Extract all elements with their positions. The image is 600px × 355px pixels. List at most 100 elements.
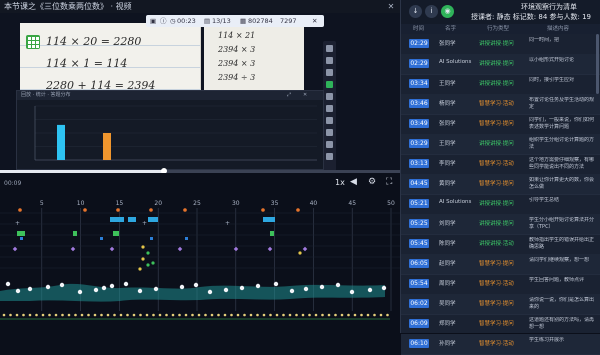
engagement-point[interactable] [5, 281, 11, 287]
time-badge[interactable]: 05:21 [409, 199, 429, 208]
engagement-point[interactable] [109, 283, 115, 289]
shape-icon[interactable] [326, 69, 333, 76]
time-badge[interactable]: 05:45 [409, 239, 429, 248]
list-item[interactable]: 05:21 AI Solutions 讲授讲授·提问 引导学生总结 [401, 194, 600, 215]
event-marker[interactable] [109, 246, 115, 252]
event-marker[interactable] [141, 257, 145, 261]
engagement-point[interactable] [239, 285, 245, 291]
close-icon[interactable]: ✕ [312, 15, 317, 27]
time-badge[interactable]: 03:13 [409, 159, 429, 168]
event-marker[interactable] [296, 208, 300, 212]
time-badge[interactable]: 06:10 [409, 339, 429, 348]
event-block[interactable] [263, 217, 275, 222]
engagement-point[interactable] [335, 282, 341, 288]
engagement-point[interactable] [45, 284, 51, 290]
time-badge[interactable]: 02:29 [409, 39, 429, 48]
list-item[interactable]: 03:46 杨同学 智慧学习·活动 布置讨论任务及学生活动的规定 [401, 94, 600, 115]
engagement-point[interactable] [223, 287, 229, 293]
time-badge[interactable]: 03:29 [409, 139, 429, 148]
event-block[interactable] [270, 231, 274, 236]
event-cross[interactable]: + [225, 220, 230, 227]
download-icon[interactable]: ↓ [409, 5, 422, 18]
list-item[interactable]: 04:45 黄同学 智慧学习·提问 如果让你计算更大的数，你会怎么做 [401, 174, 600, 195]
event-block[interactable] [110, 217, 124, 222]
engagement-point[interactable] [193, 282, 199, 288]
engagement-point[interactable] [137, 288, 143, 294]
behavior-timeline[interactable]: 5 10 15 20 25 30 35 40 45 50 + + + [0, 193, 400, 333]
time-badge[interactable]: 04:45 [409, 179, 429, 188]
info-icon[interactable]: i [425, 5, 438, 18]
fullscreen-icon[interactable]: ⛶ [386, 177, 392, 187]
close-icon[interactable]: ✕ [303, 91, 307, 100]
eraser-icon[interactable] [326, 57, 333, 64]
engagement-point[interactable] [27, 286, 33, 292]
time-badge[interactable]: 03:46 [409, 99, 429, 108]
list-item[interactable]: 02:29 AI Solutions 讲授讲授·提问 以小组形式开始讨论 [401, 54, 600, 75]
undo-icon[interactable] [326, 105, 333, 112]
event-block[interactable] [73, 231, 77, 236]
event-marker[interactable] [267, 246, 273, 252]
time-badge[interactable]: 03:49 [409, 119, 429, 128]
event-marker[interactable] [20, 237, 23, 240]
engagement-point[interactable] [15, 288, 21, 294]
event-block[interactable] [128, 217, 136, 222]
event-marker[interactable] [177, 246, 183, 252]
time-badge[interactable]: 05:25 [409, 219, 429, 228]
engagement-point[interactable] [59, 282, 65, 288]
volume-icon[interactable]: ◀ [350, 177, 357, 187]
pen-icon[interactable] [326, 45, 333, 52]
list-item[interactable]: 06:02 吴同学 智慧学习·提问 请你说一说，你们是怎么算出来的 [401, 294, 600, 315]
list-item[interactable]: 03:49 张同学 智慧学习·提问 同学们，一般来说，你们如何表述数学计算问题 [401, 114, 600, 135]
engagement-point[interactable] [319, 284, 325, 290]
engagement-point[interactable] [381, 285, 387, 291]
event-marker[interactable] [149, 208, 153, 212]
event-marker[interactable] [233, 246, 239, 252]
engagement-point[interactable] [101, 285, 107, 291]
time-badge[interactable]: 06:05 [409, 259, 429, 268]
engagement-point[interactable] [153, 286, 159, 292]
playback-speed[interactable]: 1x [335, 178, 345, 187]
event-block[interactable] [148, 217, 158, 222]
engagement-point[interactable] [207, 289, 213, 295]
clear-icon[interactable] [326, 129, 333, 136]
image-icon[interactable]: ▣ [150, 15, 156, 27]
time-badge[interactable]: 03:34 [409, 79, 429, 88]
event-cross[interactable]: + [15, 220, 20, 227]
expand-icon[interactable]: ⤢ [287, 91, 291, 100]
event-marker[interactable] [12, 246, 18, 252]
event-marker[interactable] [116, 208, 120, 212]
event-marker[interactable] [185, 237, 188, 240]
event-marker[interactable] [183, 208, 187, 212]
event-marker[interactable] [70, 246, 76, 252]
engagement-point[interactable] [93, 287, 99, 293]
more-icon[interactable] [326, 153, 333, 160]
event-marker[interactable] [146, 263, 150, 267]
engagement-point[interactable] [255, 283, 261, 289]
engagement-point[interactable] [367, 287, 373, 293]
list-item[interactable]: 05:45 陈同学 讲授讲授·活动 教师指出学生的错误并给出正确思路 [401, 234, 600, 255]
list-item[interactable]: 06:05 赵同学 智慧学习·提问 请同学们继续观察，想一想 [401, 254, 600, 275]
video-player[interactable]: 114 × 20 = 2280 114 × 1 = 114 2280 + 114… [0, 13, 400, 170]
event-marker[interactable] [18, 208, 22, 212]
list-item[interactable]: 06:10 孙同学 智慧学习·活动 学生练习并展示 [401, 334, 600, 355]
event-marker[interactable] [83, 208, 87, 212]
time-badge[interactable]: 06:09 [409, 319, 429, 328]
redo-icon[interactable] [326, 117, 333, 124]
event-marker[interactable] [150, 237, 153, 240]
list-item[interactable]: 05:54 周同学 智慧学习·活动 学生回答问题，教师点评 [401, 274, 600, 295]
event-cross[interactable]: + [142, 220, 147, 227]
list-item[interactable]: 03:34 王同学 讲授讲授·提问 同时，接引学生应对 [401, 74, 600, 95]
list-item[interactable]: 02:29 张同学 讲授讲授·提问 同一时间，把 [401, 34, 600, 55]
event-marker[interactable] [298, 251, 302, 255]
list-item[interactable]: 05:25 刘同学 讲授讲授·提问 学生分小组开始讨论算法并分享（TPC） [401, 214, 600, 235]
color-icon[interactable] [326, 81, 333, 88]
event-marker[interactable] [151, 261, 155, 265]
info-icon[interactable]: ⓘ [160, 15, 167, 27]
event-marker[interactable] [146, 251, 150, 255]
engagement-point[interactable] [289, 288, 295, 294]
time-badge[interactable]: 05:54 [409, 279, 429, 288]
event-marker[interactable] [138, 267, 142, 271]
event-marker[interactable] [141, 245, 145, 249]
event-block[interactable] [17, 231, 25, 236]
list-item[interactable]: 03:29 王同学 讲授讲授·提问 组织学生分组讨论计算题的方法 [401, 134, 600, 155]
